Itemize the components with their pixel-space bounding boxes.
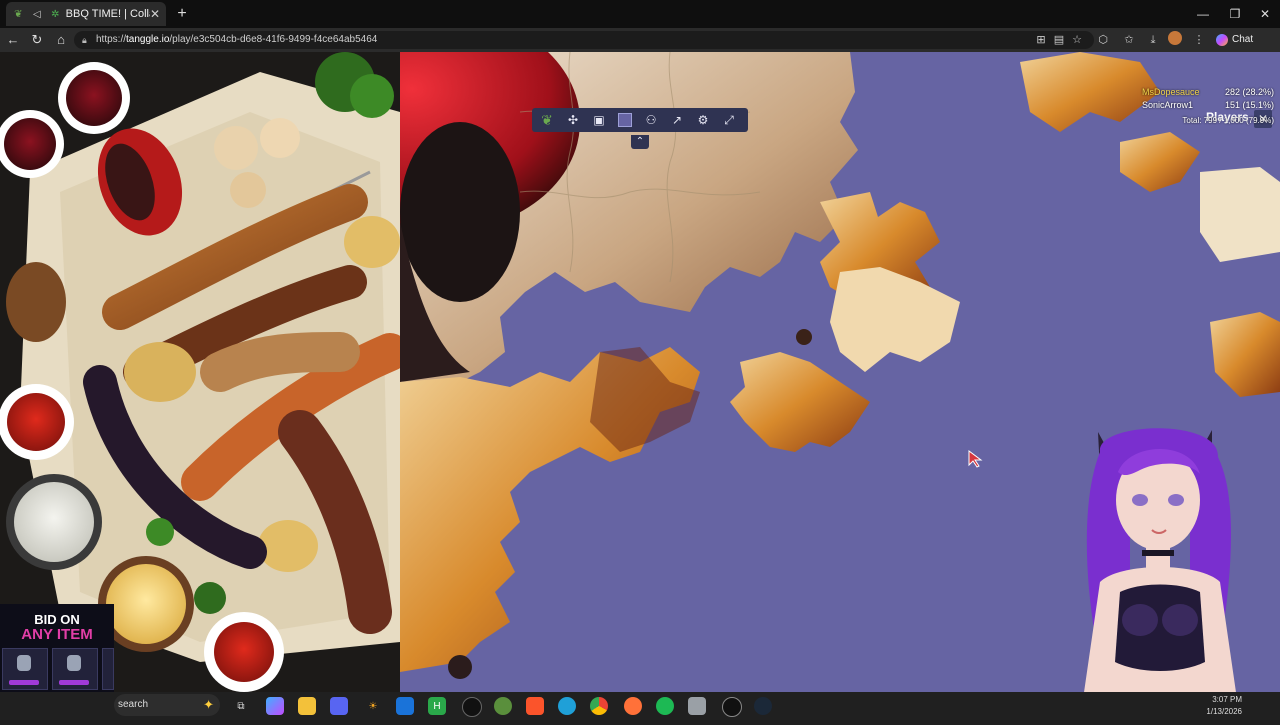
search-placeholder: search [118, 699, 149, 710]
spotify-icon[interactable] [656, 697, 674, 715]
hotkeys-icon[interactable]: H [428, 697, 446, 715]
puzzle-piece-icon[interactable]: ✣ [562, 110, 584, 130]
brave-icon[interactable] [526, 697, 544, 715]
search-highlight-icon: ✦ [203, 697, 214, 712]
url-prefix: https:// [96, 34, 127, 45]
outlook-icon[interactable] [396, 697, 414, 715]
chat-label: Chat [1232, 34, 1254, 45]
game-launcher-icon[interactable]: ☀ [364, 697, 382, 715]
favorite-star-icon[interactable]: ☆ [1068, 31, 1086, 49]
xbox-icon[interactable] [494, 697, 512, 715]
profile-avatar[interactable] [1166, 31, 1184, 49]
background-color-icon[interactable] [614, 110, 636, 130]
url-path: /play/e3c504cb-d6e8-41f6-9499-f4ce64ab54… [169, 34, 378, 45]
home-icon[interactable]: ⌂ [52, 31, 70, 49]
puzzle-toolbar: ❦ ✣ ▣ ⚇ ↗ ⚙ ⤢ [532, 108, 748, 132]
site-info-icon[interactable]: 🔒︎ [82, 31, 87, 49]
bbq-food-photo [0, 52, 400, 692]
chrome-icon[interactable] [590, 697, 608, 715]
clock-time: 3:07 PM [1212, 695, 1242, 704]
minimize-button[interactable]: — [1186, 0, 1220, 28]
system-clock[interactable]: 3:07 PM 1/13/2026 [1198, 694, 1242, 718]
ad-thumb-watch-2[interactable] [52, 648, 98, 690]
settings-icon[interactable]: ⚙ [692, 110, 714, 130]
collapse-toolbar-icon[interactable]: ⌃ [631, 135, 649, 149]
close-tab-icon[interactable]: ✕ [150, 7, 160, 21]
reference-image: BID ON ANY ITEM [0, 52, 400, 692]
fullscreen-icon[interactable]: ⤢ [718, 110, 740, 130]
leaf-icon[interactable]: ❦ [536, 110, 558, 130]
player-row: SonicArrow1 151 (15.1%) [1142, 99, 1274, 111]
steam-icon[interactable] [754, 697, 772, 715]
reader-mode-icon[interactable]: ▤ [1050, 31, 1068, 49]
leaf-icon: ❦ [14, 8, 23, 20]
back-icon[interactable]: ← [4, 31, 22, 49]
more-options-icon[interactable]: ⋮ [1190, 31, 1208, 49]
tab-title: BBQ TIME! | Collage Jigsa [65, 8, 150, 20]
favorites-icon[interactable]: ✩ [1120, 31, 1138, 49]
copilot-chat-button[interactable]: Chat [1216, 31, 1253, 49]
close-window-button[interactable]: ✕ [1248, 0, 1280, 28]
mail-icon[interactable] [688, 697, 706, 715]
ad-line-2: ANY ITEM [21, 626, 93, 643]
edge-icon[interactable] [558, 697, 576, 715]
ad-thumb-watch-1[interactable] [2, 648, 48, 690]
browser-toolbar: ← ↻ ⌂ 🔒︎ https://tanggle.io/play/e3c504c… [0, 28, 1280, 52]
app-available-icon[interactable]: ⊞ [1032, 31, 1050, 49]
clock-date: 1/13/2026 [1206, 707, 1242, 716]
address-bar[interactable]: 🔒︎ https://tanggle.io/play/e3c504cb-d6e8… [74, 31, 1094, 49]
players-totals: Total: 799 / 1,000 (79.9%) [1182, 116, 1274, 125]
ad-banner[interactable]: BID ON ANY ITEM [0, 604, 114, 692]
player-name: SonicArrow1 [1142, 100, 1194, 110]
extensions-icon[interactable]: ⬡ [1094, 31, 1112, 49]
active-tab[interactable]: ❦ ◁ ✲ BBQ TIME! | Collage Jigsa ✕ [6, 2, 166, 26]
players-icon[interactable]: ⚇ [640, 110, 662, 130]
copilot-icon [1216, 34, 1228, 46]
browser-tab-strip: ❦ ◁ ✲ BBQ TIME! | Collage Jigsa ✕ + — ❐ … [0, 0, 1280, 28]
player-score: 151 (15.1%) [1224, 100, 1274, 110]
downloads-icon[interactable]: ⤓ [1144, 31, 1162, 49]
discord-icon[interactable] [330, 697, 348, 715]
maximize-button[interactable]: ❐ [1218, 0, 1252, 28]
tanggle-icon: ✲ [51, 8, 60, 20]
obs-icon[interactable] [462, 697, 482, 717]
mouse-cursor-icon [968, 450, 984, 473]
speaker-mute-icon[interactable]: ◁ [31, 7, 44, 21]
ad-line-1: BID ON [34, 612, 80, 627]
taskbar-search[interactable]: search ✦ [114, 694, 220, 716]
player-row: MsDopesauce 282 (28.2%) [1142, 86, 1274, 98]
task-view-icon[interactable]: ⧉ [232, 697, 250, 715]
vtuber-avatar [1040, 412, 1280, 720]
firefox-icon[interactable] [624, 697, 642, 715]
ad-thumb-watch-3[interactable] [102, 648, 114, 690]
image-icon[interactable]: ▣ [588, 110, 610, 130]
github-icon[interactable] [722, 697, 742, 717]
copilot-icon[interactable] [266, 697, 284, 715]
windows-taskbar: search ✦ ⧉ ☀ H 3:07 PM 1/13/2026 [0, 692, 1280, 720]
url-host: tanggle.io [126, 34, 170, 45]
reload-icon[interactable]: ↻ [28, 31, 46, 49]
player-name: MsDopesauce [1142, 87, 1200, 97]
new-tab-button[interactable]: + [172, 4, 192, 24]
share-icon[interactable]: ↗ [666, 110, 688, 130]
player-score: 282 (28.2%) [1224, 87, 1274, 97]
file-explorer-icon[interactable] [298, 697, 316, 715]
